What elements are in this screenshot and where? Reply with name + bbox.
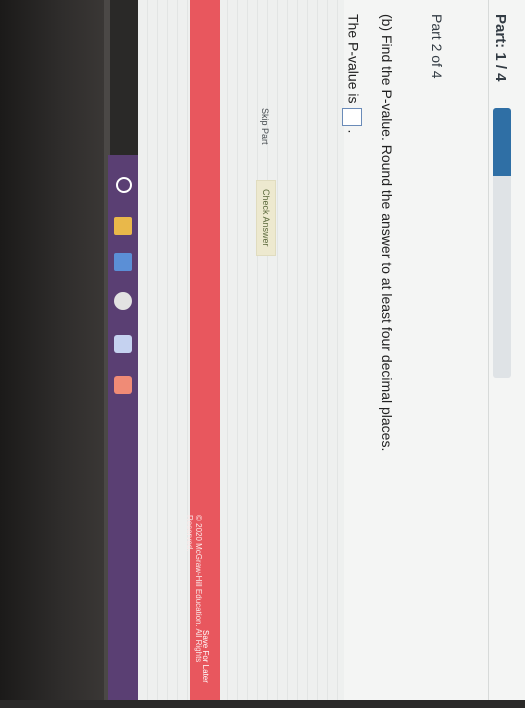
monitor-bezel xyxy=(0,0,108,700)
circle-icon[interactable] xyxy=(116,177,132,193)
save-for-later-button[interactable]: Save For Later xyxy=(201,630,210,683)
teams-icon[interactable] xyxy=(114,335,132,353)
answer-input[interactable] xyxy=(342,108,362,127)
answer-prefix: The P-value is xyxy=(345,14,362,104)
assessment-view: Part: 1 / 4 Part 2 of 4 (b) Find the P-v… xyxy=(138,0,525,700)
check-answer-button[interactable]: Check Answer xyxy=(256,180,276,256)
skip-part-button[interactable]: Skip Part xyxy=(260,108,270,145)
shield-icon[interactable] xyxy=(114,376,132,394)
part-of-label: Part 2 of 4 xyxy=(429,14,445,79)
header-divider xyxy=(488,0,489,700)
progress-fill xyxy=(493,108,511,176)
answer-suffix: . xyxy=(345,129,362,134)
chrome-icon[interactable] xyxy=(114,292,132,310)
answer-line: The P-value is. xyxy=(342,14,362,133)
part-label: Part: 1 / 4 xyxy=(492,14,509,82)
photos-icon[interactable] xyxy=(114,253,132,271)
question-prompt: (b) Find the P-value. Round the answer t… xyxy=(379,14,395,452)
progress-bar xyxy=(493,108,511,378)
taskbar xyxy=(108,155,138,700)
file-explorer-icon[interactable] xyxy=(114,217,132,235)
